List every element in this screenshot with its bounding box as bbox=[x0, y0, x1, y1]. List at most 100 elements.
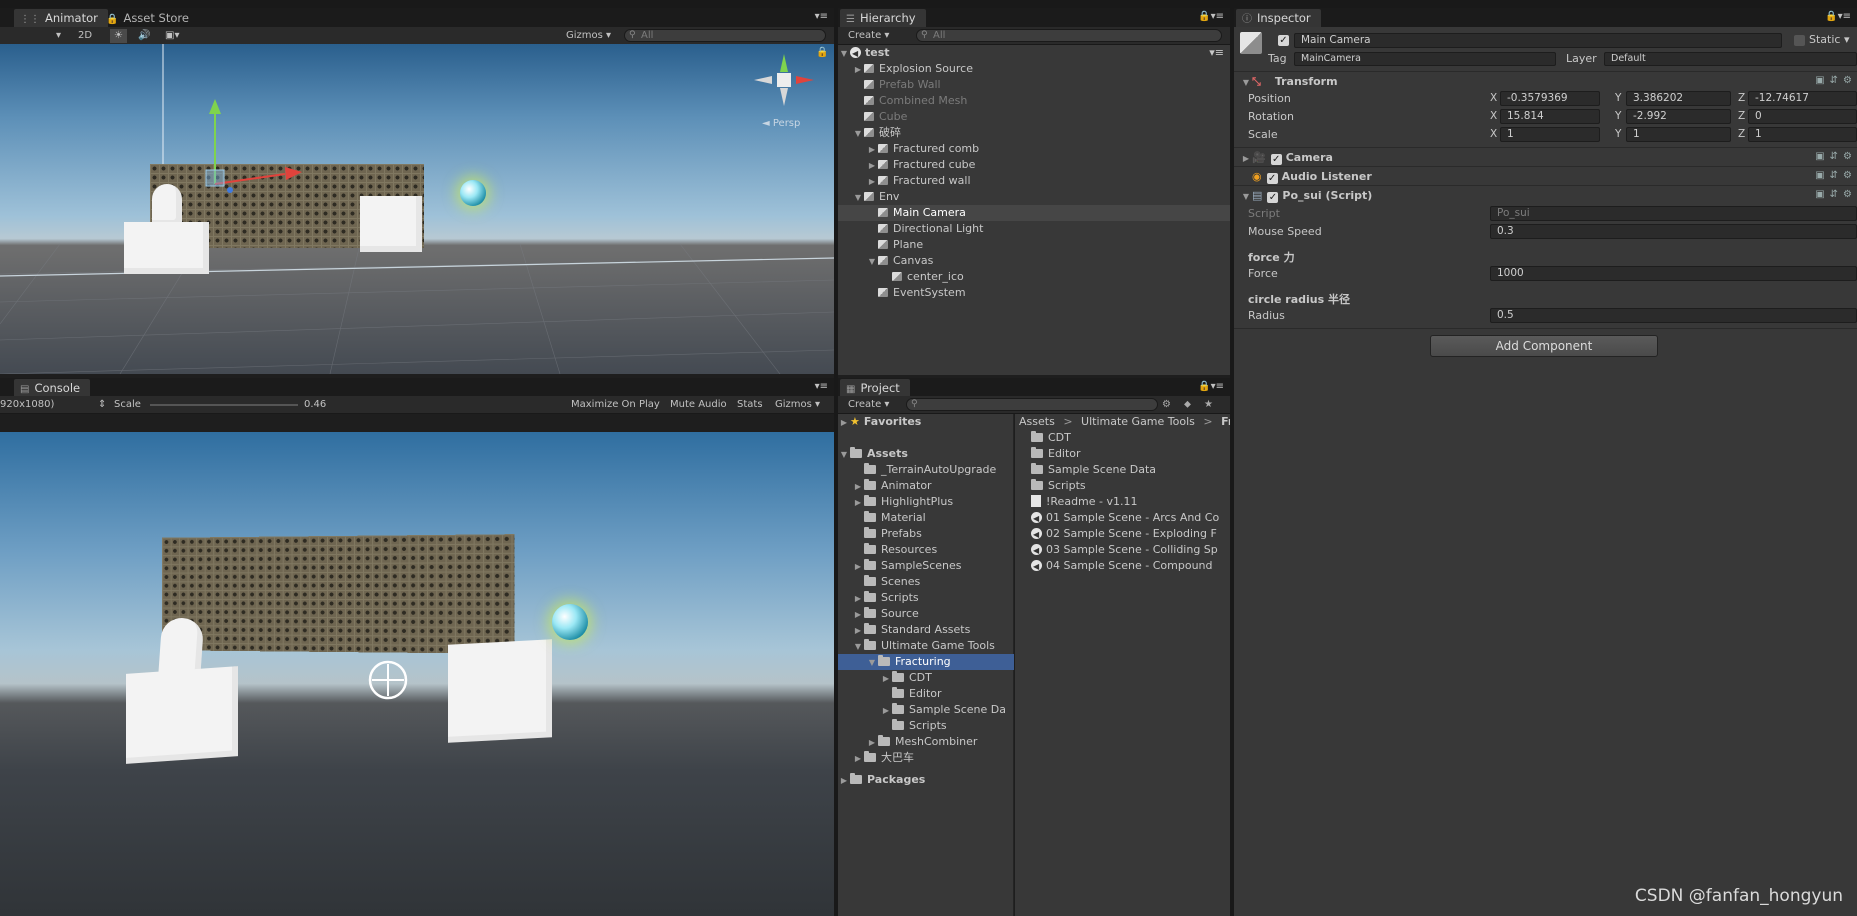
project-folder-item[interactable]: ▼ Fracturing bbox=[838, 654, 1014, 670]
project-folder-item[interactable]: Scripts bbox=[838, 718, 1014, 734]
transform-actions[interactable]: ▣⇵⚙ bbox=[1815, 75, 1857, 86]
expand-arrow-icon[interactable]: ▶ bbox=[852, 591, 864, 607]
expand-arrow-icon[interactable]: ▶ bbox=[838, 773, 850, 789]
hierarchy-item[interactable]: ▶ Fractured cube bbox=[838, 157, 1230, 173]
script-enabled-checkbox[interactable]: ✓ bbox=[1267, 192, 1279, 203]
expand-arrow-icon[interactable]: ▼ bbox=[852, 639, 864, 655]
audio-listener-header[interactable]: ◉ ✓ Audio Listener bbox=[1240, 170, 1372, 184]
project-folder-item[interactable]: ▶ Source bbox=[838, 606, 1014, 622]
position-y-field[interactable]: 3.386202 bbox=[1626, 91, 1731, 106]
mouse-speed-field[interactable]: 0.3 bbox=[1490, 224, 1857, 239]
project-file-item[interactable]: Scripts bbox=[1031, 478, 1086, 494]
expand-arrow-icon[interactable]: ▶ bbox=[852, 62, 864, 78]
hierarchy-item[interactable]: Main Camera bbox=[838, 205, 1230, 221]
tab-console[interactable]: ▤ Console bbox=[14, 379, 91, 397]
script-actions[interactable]: ▣⇵⚙ bbox=[1815, 189, 1857, 200]
panel-menu-icon[interactable]: ▾≡ bbox=[815, 10, 828, 24]
gizmos-dropdown[interactable]: Gizmos ▾ bbox=[566, 29, 611, 43]
camera-component-header[interactable]: ▶ 🎥 ✓ Camera bbox=[1240, 151, 1333, 165]
hierarchy-item[interactable]: center_ico bbox=[838, 269, 1230, 285]
orientation-gizmo-icon[interactable] bbox=[752, 50, 822, 110]
expand-arrow-icon[interactable]: ▼ bbox=[838, 447, 850, 463]
expand-arrow-icon[interactable]: ▶ bbox=[852, 607, 864, 623]
expand-arrow-icon[interactable]: ▼ bbox=[838, 46, 850, 62]
expand-arrow-icon[interactable]: ▶ bbox=[852, 623, 864, 639]
project-file-item[interactable]: 03 Sample Scene - Colliding Sp bbox=[1031, 542, 1218, 559]
tab-inspector[interactable]: ⓘ Inspector bbox=[1236, 9, 1321, 27]
project-folder-item[interactable]: ▶ 大巴车 bbox=[838, 750, 1014, 766]
scene-viewport[interactable]: ◄ Persp 🔒 bbox=[0, 44, 834, 374]
hierarchy-search-input[interactable]: All bbox=[916, 29, 1222, 42]
hierarchy-item[interactable]: ▼ Canvas bbox=[838, 253, 1230, 269]
expand-arrow-icon[interactable]: ▶ bbox=[866, 158, 878, 174]
camera-actions[interactable]: ▣⇵⚙ bbox=[1815, 151, 1857, 162]
force-field[interactable]: 1000 bbox=[1490, 266, 1857, 281]
project-folder-item[interactable]: Material bbox=[838, 510, 1014, 526]
draw-mode-dropdown[interactable]: ▾ bbox=[56, 29, 61, 43]
scale-y-field[interactable]: 1 bbox=[1626, 127, 1731, 142]
favorites-section[interactable]: ▶ ★ Favorites bbox=[838, 414, 1014, 430]
expand-arrow-icon[interactable]: ▶ bbox=[852, 559, 864, 575]
hierarchy-create-button[interactable]: Create ▾ bbox=[848, 29, 889, 43]
expand-arrow-icon[interactable]: ▼ bbox=[1240, 78, 1252, 87]
scale-slider[interactable] bbox=[150, 404, 298, 406]
project-search-input[interactable] bbox=[906, 398, 1158, 411]
scale-z-field[interactable]: 1 bbox=[1748, 127, 1857, 142]
add-component-button[interactable]: Add Component bbox=[1430, 335, 1658, 357]
audio-listener-checkbox[interactable]: ✓ bbox=[1266, 173, 1278, 184]
hierarchy-item[interactable]: ▼ Env bbox=[838, 189, 1230, 205]
expand-arrow-icon[interactable]: ▼ bbox=[852, 190, 864, 206]
persp-label[interactable]: ◄ Persp bbox=[762, 118, 800, 129]
scale-x-field[interactable]: 1 bbox=[1500, 127, 1600, 142]
position-z-field[interactable]: -12.74617 bbox=[1748, 91, 1857, 106]
project-folder-item[interactable]: ▶ CDT bbox=[838, 670, 1014, 686]
audio-listener-actions[interactable]: ▣⇵⚙ bbox=[1815, 170, 1857, 181]
position-x-field[interactable]: -0.3579369 bbox=[1500, 91, 1600, 106]
hierarchy-item[interactable]: Combined Mesh bbox=[838, 93, 1230, 109]
hierarchy-item[interactable]: ▶ Fractured wall bbox=[838, 173, 1230, 189]
expand-arrow-icon[interactable]: ▼ bbox=[1240, 192, 1252, 201]
project-file-item[interactable]: Sample Scene Data bbox=[1031, 462, 1156, 478]
assets-section[interactable]: ▼ Assets bbox=[838, 446, 1014, 462]
packages-section[interactable]: ▶ Packages bbox=[838, 772, 1014, 788]
lock-icon[interactable]: 🔒 bbox=[816, 47, 828, 58]
project-folder-item[interactable]: ▶ Standard Assets bbox=[838, 622, 1014, 638]
tab-animator[interactable]: ⋮⋮ Animator bbox=[14, 9, 108, 27]
filter-label-icon[interactable]: ⬥ bbox=[1184, 398, 1191, 412]
breadcrumb-ultimate-game-tools[interactable]: Ultimate Game Tools bbox=[1081, 415, 1195, 428]
project-folder-item[interactable]: ▶ HighlightPlus bbox=[838, 494, 1014, 510]
script-component-header[interactable]: ▼ ▤ ✓ Po_sui (Script) bbox=[1240, 189, 1372, 203]
hierarchy-item[interactable]: Cube bbox=[838, 109, 1230, 125]
project-folder-item[interactable]: ▶ Scripts bbox=[838, 590, 1014, 606]
scene-menu-icon[interactable]: ▾≡ bbox=[1209, 45, 1224, 61]
camera-enabled-checkbox[interactable]: ✓ bbox=[1270, 154, 1282, 165]
project-create-button[interactable]: Create ▾ bbox=[848, 398, 889, 412]
tab-project[interactable]: ▦ Project bbox=[840, 379, 910, 397]
tag-dropdown[interactable]: MainCamera bbox=[1294, 52, 1556, 66]
project-folder-item[interactable]: ▶ MeshCombiner bbox=[838, 734, 1014, 750]
scene-search-input[interactable]: All bbox=[624, 29, 826, 42]
expand-arrow-icon[interactable]: ▶ bbox=[866, 174, 878, 190]
hierarchy-menu-icon[interactable]: 🔒▾≡ bbox=[1198, 10, 1224, 24]
tab-asset-store[interactable]: 🔒 Asset Store bbox=[100, 9, 199, 27]
breadcrumb-assets[interactable]: Assets bbox=[1019, 415, 1055, 428]
expand-arrow-icon[interactable]: ▶ bbox=[866, 735, 878, 751]
project-file-item[interactable]: CDT bbox=[1031, 430, 1071, 446]
object-name-field[interactable]: Main Camera bbox=[1294, 33, 1782, 48]
static-checkbox[interactable] bbox=[1794, 35, 1805, 46]
expand-arrow-icon[interactable]: ▼ bbox=[866, 655, 878, 671]
breadcrumb-fracturing[interactable]: Fr bbox=[1221, 415, 1230, 428]
stats-button[interactable]: Stats bbox=[737, 398, 763, 412]
inspector-menu-icon[interactable]: 🔒▾≡ bbox=[1825, 10, 1851, 24]
expand-arrow-icon[interactable]: ▶ bbox=[866, 142, 878, 158]
hierarchy-item[interactable]: ▶ Explosion Source bbox=[838, 61, 1230, 77]
filter-type-icon[interactable]: ⚙ bbox=[1162, 398, 1171, 412]
resolution-arrow-icon[interactable]: ⇕ bbox=[98, 398, 106, 412]
effects-dropdown-icon[interactable]: ▣▾ bbox=[165, 29, 179, 43]
layer-dropdown[interactable]: Default bbox=[1604, 52, 1857, 66]
expand-arrow-icon[interactable]: ▶ bbox=[852, 479, 864, 495]
active-checkbox[interactable]: ✓ bbox=[1278, 35, 1289, 46]
hierarchy-item[interactable]: Prefab Wall bbox=[838, 77, 1230, 93]
expand-arrow-icon[interactable]: ▶ bbox=[880, 671, 892, 687]
rotation-y-field[interactable]: -2.992 bbox=[1626, 109, 1731, 124]
